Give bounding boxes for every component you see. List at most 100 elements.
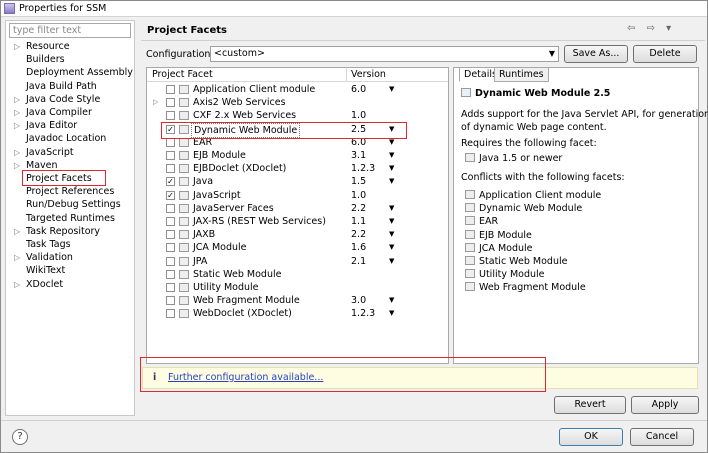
facet-row[interactable]: Web Fragment Module 3.0 ▼ [147, 294, 448, 307]
version-dropdown-icon[interactable]: ▼ [389, 136, 394, 149]
expand-arrow-icon[interactable]: ▷ [14, 251, 23, 264]
facet-version[interactable]: 2.2 [351, 228, 366, 241]
facet-version[interactable]: 1.2.3 [351, 307, 375, 320]
facet-row[interactable]: EJB Module 3.1 ▼ [147, 149, 448, 162]
facet-row[interactable]: ▷ Axis2 Web Services [147, 96, 448, 109]
version-dropdown-icon[interactable]: ▼ [389, 149, 394, 162]
facet-version[interactable]: 2.5 [351, 123, 366, 136]
facet-checkbox[interactable] [166, 243, 175, 253]
tree-item[interactable]: ▷Targeted Runtimes [6, 212, 115, 225]
facet-checkbox[interactable] [166, 203, 175, 213]
facet-row[interactable]: JCA Module 1.6 ▼ [147, 241, 448, 254]
version-dropdown-icon[interactable]: ▼ [389, 202, 394, 215]
revert-button[interactable]: Revert [554, 396, 626, 414]
facet-version[interactable]: 6.0 [351, 83, 366, 96]
configuration-select[interactable]: <custom> ▼ [210, 46, 559, 62]
version-dropdown-icon[interactable]: ▼ [389, 215, 394, 228]
tree-item[interactable]: ▷ Java Code Style [6, 93, 100, 106]
facet-version[interactable]: 3.0 [351, 294, 366, 307]
tree-item[interactable]: ▷Run/Debug Settings [6, 198, 121, 211]
facet-checkbox[interactable] [166, 164, 175, 174]
further-configuration-link[interactable]: Further configuration available... [168, 372, 323, 383]
facet-checkbox[interactable]: ✓ [166, 190, 175, 200]
expand-arrow-icon[interactable]: ▷ [14, 159, 23, 172]
apply-button[interactable]: Apply [631, 396, 699, 414]
tree-item[interactable]: ▷ XDoclet [6, 278, 63, 291]
tree-item[interactable]: ▷Project References [6, 185, 114, 198]
expand-arrow-icon[interactable]: ▷ [14, 119, 23, 132]
facet-version[interactable]: 3.1 [351, 149, 366, 162]
tree-item[interactable]: ▷Task Tags [6, 238, 71, 251]
expand-arrow-icon[interactable]: ▷ [14, 106, 23, 119]
tree-item[interactable]: ▷ Task Repository [6, 225, 100, 238]
tree-item[interactable]: ▷ Java Compiler [6, 106, 92, 119]
tree-item[interactable]: ▷ Maven [6, 159, 58, 172]
facet-checkbox[interactable] [166, 98, 175, 108]
facet-row[interactable]: EAR 6.0 ▼ [147, 136, 448, 149]
facet-version[interactable]: 2.1 [351, 255, 366, 268]
help-icon[interactable]: ? [12, 429, 28, 445]
expand-arrow-icon[interactable]: ▷ [14, 146, 23, 159]
version-dropdown-icon[interactable]: ▼ [389, 83, 394, 96]
facet-version[interactable]: 1.0 [351, 109, 366, 122]
facet-version[interactable]: 1.0 [351, 189, 366, 202]
expand-arrow-icon[interactable]: ▷ [14, 225, 23, 238]
nav-arrows-icon[interactable]: ⇦ ⇨ ▾ [627, 23, 675, 34]
tree-item[interactable]: ▷ JavaScript [6, 146, 74, 159]
facet-checkbox[interactable] [166, 309, 175, 319]
tree-item[interactable]: ▷Javadoc Location [6, 132, 106, 145]
expand-arrow-icon[interactable]: ▷ [14, 40, 23, 53]
version-dropdown-icon[interactable]: ▼ [389, 162, 394, 175]
tree-item[interactable]: ▷Project Facets [6, 172, 92, 185]
cancel-button[interactable]: Cancel [630, 428, 694, 446]
facet-row[interactable]: JAXB 2.2 ▼ [147, 228, 448, 241]
facet-checkbox[interactable] [166, 137, 175, 147]
ok-button[interactable]: OK [559, 428, 623, 446]
facet-row[interactable]: Application Client module 6.0 ▼ [147, 83, 448, 96]
version-dropdown-icon[interactable]: ▼ [389, 175, 394, 188]
facet-checkbox[interactable] [166, 269, 175, 279]
facet-checkbox[interactable] [166, 283, 175, 292]
facet-checkbox[interactable] [166, 151, 175, 160]
facet-checkbox[interactable] [166, 85, 175, 94]
facet-row[interactable]: JavaServer Faces 2.2 ▼ [147, 202, 448, 215]
expand-arrow-icon[interactable]: ▷ [14, 93, 23, 106]
expand-arrow-icon[interactable]: ▷ [14, 278, 23, 291]
facet-row[interactable]: ✓ Java 1.5 ▼ [147, 175, 448, 188]
column-project-facet[interactable]: Project Facet [152, 69, 213, 80]
filter-input[interactable]: type filter text [9, 23, 131, 38]
facet-checkbox[interactable] [166, 111, 175, 121]
tree-item[interactable]: ▷Deployment Assembly [6, 66, 133, 79]
tree-item[interactable]: ▷WikiText [6, 264, 65, 277]
facet-row[interactable]: WebDoclet (XDoclet) 1.2.3 ▼ [147, 307, 448, 320]
facet-row[interactable]: JPA 2.1 ▼ [147, 255, 448, 268]
facet-row[interactable]: EJBDoclet (XDoclet) 1.2.3 ▼ [147, 162, 448, 175]
version-dropdown-icon[interactable]: ▼ [389, 228, 394, 241]
facet-checkbox[interactable] [166, 256, 175, 266]
facet-version[interactable]: 1.2.3 [351, 162, 375, 175]
facet-version[interactable]: 1.1 [351, 215, 366, 228]
tab-runtimes[interactable]: Runtimes [494, 67, 549, 82]
facet-version[interactable]: 6.0 [351, 136, 366, 149]
facet-checkbox[interactable] [166, 230, 175, 240]
tree-item[interactable]: ▷ Resource [6, 40, 70, 53]
facet-version[interactable]: 1.5 [351, 175, 366, 188]
tree-item[interactable]: ▷ Validation [6, 251, 73, 264]
tree-item[interactable]: ▷Builders [6, 53, 65, 66]
version-dropdown-icon[interactable]: ▼ [389, 307, 394, 320]
tree-item[interactable]: ▷Java Build Path [6, 80, 97, 93]
facet-row[interactable]: ✓ JavaScript 1.0 [147, 189, 448, 202]
version-dropdown-icon[interactable]: ▼ [389, 255, 394, 268]
facet-version[interactable]: 2.2 [351, 202, 366, 215]
facet-row[interactable]: ✓ Dynamic Web Module 2.5 ▼ [147, 122, 448, 138]
expand-arrow-icon[interactable]: ▷ [153, 96, 158, 109]
facet-row[interactable]: JAX-RS (REST Web Services) 1.1 ▼ [147, 215, 448, 228]
facet-row[interactable]: CXF 2.x Web Services 1.0 [147, 109, 448, 122]
facet-version[interactable]: 1.6 [351, 241, 366, 254]
facet-checkbox[interactable] [166, 217, 175, 226]
facet-row[interactable]: Static Web Module [147, 268, 448, 281]
tree-item[interactable]: ▷ Java Editor [6, 119, 77, 132]
facet-row[interactable]: Utility Module [147, 281, 448, 294]
facet-checkbox[interactable]: ✓ [166, 177, 175, 187]
version-dropdown-icon[interactable]: ▼ [389, 241, 394, 254]
